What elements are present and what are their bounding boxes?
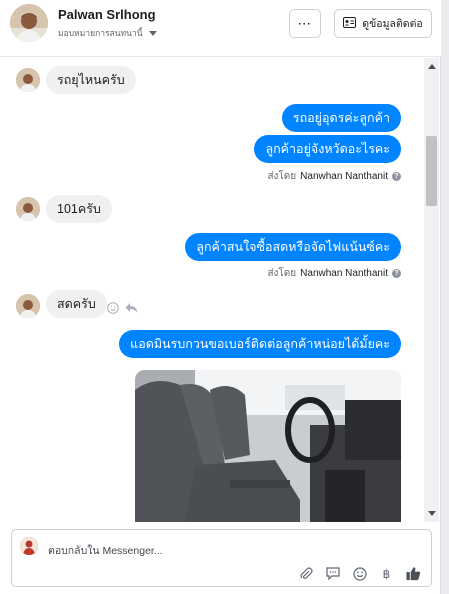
contact-card-icon [343,16,357,31]
sent-by-agent[interactable]: Nanwhan Nanthanit [300,171,388,182]
messenger-panel: Palwan Srlhong มอบหมายการสนทนานี้ ··· ดู… [0,0,441,594]
attachment-icon[interactable] [298,566,313,581]
outgoing-message[interactable]: ลูกค้าสนใจซื้อสดหรือจัดไฟแน้นซ์คะ [185,233,401,261]
incoming-message[interactable]: รถยุไหนครับ [46,66,136,94]
incoming-message[interactable]: 101ครับ [46,195,112,223]
view-contact-info-button[interactable]: ดูข้อมูลติดต่อ [334,9,432,38]
reply-icon[interactable] [125,301,138,319]
outgoing-message[interactable]: ลูกค้าอยู่จังหวัดอะไรคะ [254,135,401,163]
conversation-header: Palwan Srlhong มอบหมายการสนทนานี้ ··· ดู… [0,0,441,57]
emoji-icon[interactable] [352,566,367,581]
sent-by-agent[interactable]: Nanwhan Nanthanit [300,268,388,279]
composer-toolbar: ฿ [298,566,421,581]
more-options-button[interactable]: ··· [289,9,321,38]
outgoing-message[interactable]: แอดมินรบกวนขอเบอร์ติดต่อลูกค้าหน่อยได้มั… [119,330,401,358]
page-avatar [20,537,38,555]
chevron-down-icon [148,30,157,36]
car-interior-photo[interactable] [135,370,401,522]
sent-by-prefix: ส่งโดย [267,268,297,279]
outgoing-message[interactable]: รถอยู่อุดรค่ะลูกค้า [281,104,401,132]
scrollbar-thumb[interactable] [426,136,437,206]
message-actions [107,301,138,319]
assign-label: มอบหมายการสนทนานี้ [58,28,143,38]
help-icon[interactable]: ? [392,172,401,181]
contact-avatar-small [16,294,40,318]
contact-avatar-small [16,197,40,221]
scroll-up-arrow-icon[interactable] [428,64,436,69]
thumbs-up-icon[interactable] [406,566,421,581]
scroll-down-arrow-icon[interactable] [428,511,436,516]
contact-avatar-small [16,68,40,92]
reply-composer[interactable]: ตอบกลับใน Messenger... ฿ [11,529,432,587]
sent-by-prefix: ส่งโดย [267,171,297,182]
view-contact-info-label: ดูข้อมูลติดต่อ [362,18,423,30]
contact-name[interactable]: Palwan Srlhong [58,7,156,22]
assign-conversation-dropdown[interactable]: มอบหมายการสนทนานี้ [58,26,157,40]
sent-by-line: ส่งโดย Nanwhan Nanthanit ? [267,169,401,184]
saved-replies-icon[interactable] [325,566,340,581]
help-icon[interactable]: ? [392,269,401,278]
incoming-message[interactable]: สดครับ [46,290,107,318]
payment-baht-icon[interactable]: ฿ [379,566,394,581]
sent-by-line: ส่งโดย Nanwhan Nanthanit ? [267,266,401,281]
reply-input[interactable]: ตอบกลับใน Messenger... [48,542,163,559]
chat-scrollbar[interactable] [424,58,439,522]
message-thread[interactable]: รถยุไหนครับ รถอยู่อุดรค่ะลูกค้า ลูกค้าอย… [0,58,424,522]
smiley-icon[interactable] [107,301,119,319]
contact-avatar[interactable] [10,4,48,42]
